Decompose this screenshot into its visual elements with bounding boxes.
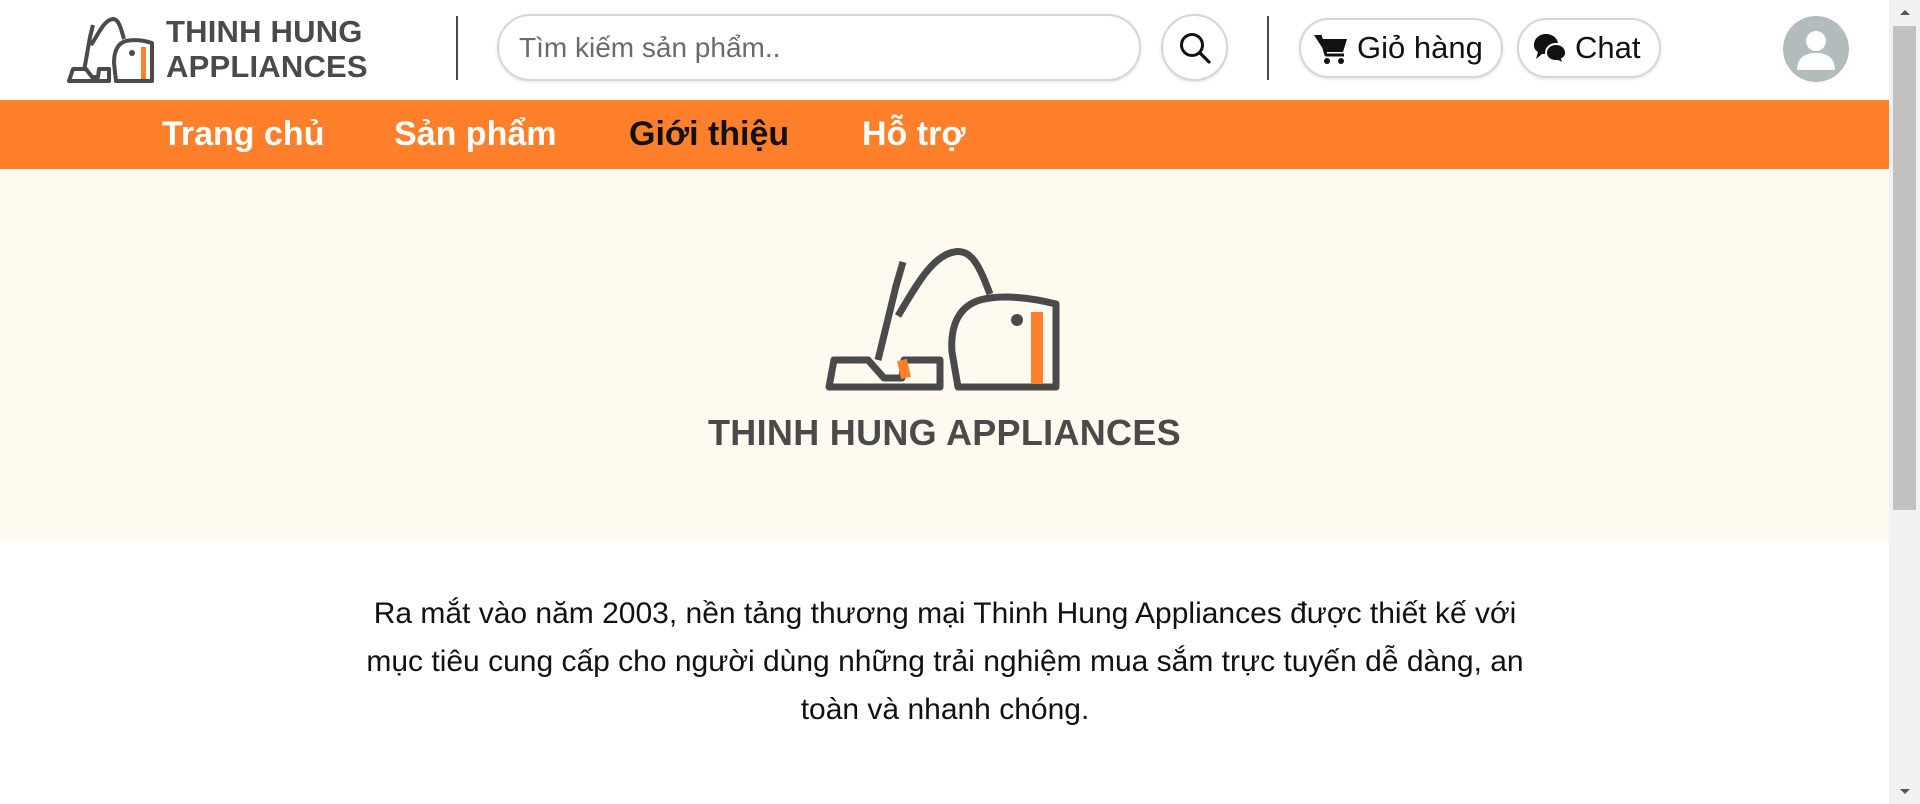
- brand-logo[interactable]: THINH HUNG APPLIANCES: [66, 14, 368, 84]
- search-button[interactable]: [1161, 14, 1228, 81]
- intro-paragraph: Ra mắt vào năm 2003, nền tảng thương mại…: [366, 597, 1524, 726]
- scroll-down-arrow-icon[interactable]: [1889, 780, 1920, 804]
- search-icon: [1179, 32, 1211, 64]
- brand-line-2: APPLIANCES: [166, 49, 368, 84]
- scroll-up-arrow-icon[interactable]: [1889, 0, 1920, 24]
- cart-icon: [1311, 28, 1351, 68]
- cart-label: Giỏ hàng: [1357, 30, 1483, 65]
- vacuum-logo-icon: [825, 248, 1060, 391]
- hero-banner: THINH HUNG APPLIANCES: [0, 169, 1889, 543]
- chat-bubbles-icon: [1529, 28, 1569, 68]
- nav-item-home[interactable]: Trang chủ: [162, 100, 324, 169]
- scroll-thumb[interactable]: [1893, 26, 1916, 510]
- cart-button[interactable]: Giỏ hàng: [1299, 18, 1503, 78]
- vacuum-logo-icon: [67, 16, 154, 83]
- page-scrollbar[interactable]: [1889, 0, 1920, 804]
- main-nav: Trang chủ Sản phẩm Giới thiệu Hỗ trợ: [0, 100, 1889, 169]
- nav-item-about[interactable]: Giới thiệu: [629, 100, 789, 169]
- brand-line-1: THINH HUNG: [166, 14, 363, 49]
- user-avatar[interactable]: [1783, 16, 1849, 82]
- nav-item-products[interactable]: Sản phẩm: [394, 100, 556, 169]
- search-input[interactable]: [497, 14, 1141, 81]
- brand-name: THINH HUNG APPLIANCES: [166, 14, 368, 84]
- nav-item-support[interactable]: Hỗ trợ: [862, 100, 966, 169]
- user-avatar-icon: [1797, 31, 1835, 70]
- header-divider-2: [1267, 16, 1269, 80]
- site-header: THINH HUNG APPLIANCES Giỏ hàng: [0, 0, 1889, 100]
- chat-button[interactable]: Chat: [1517, 18, 1661, 78]
- header-divider: [456, 16, 458, 80]
- hero-title: THINH HUNG APPLIANCES: [708, 412, 1181, 453]
- chat-label: Chat: [1575, 30, 1641, 65]
